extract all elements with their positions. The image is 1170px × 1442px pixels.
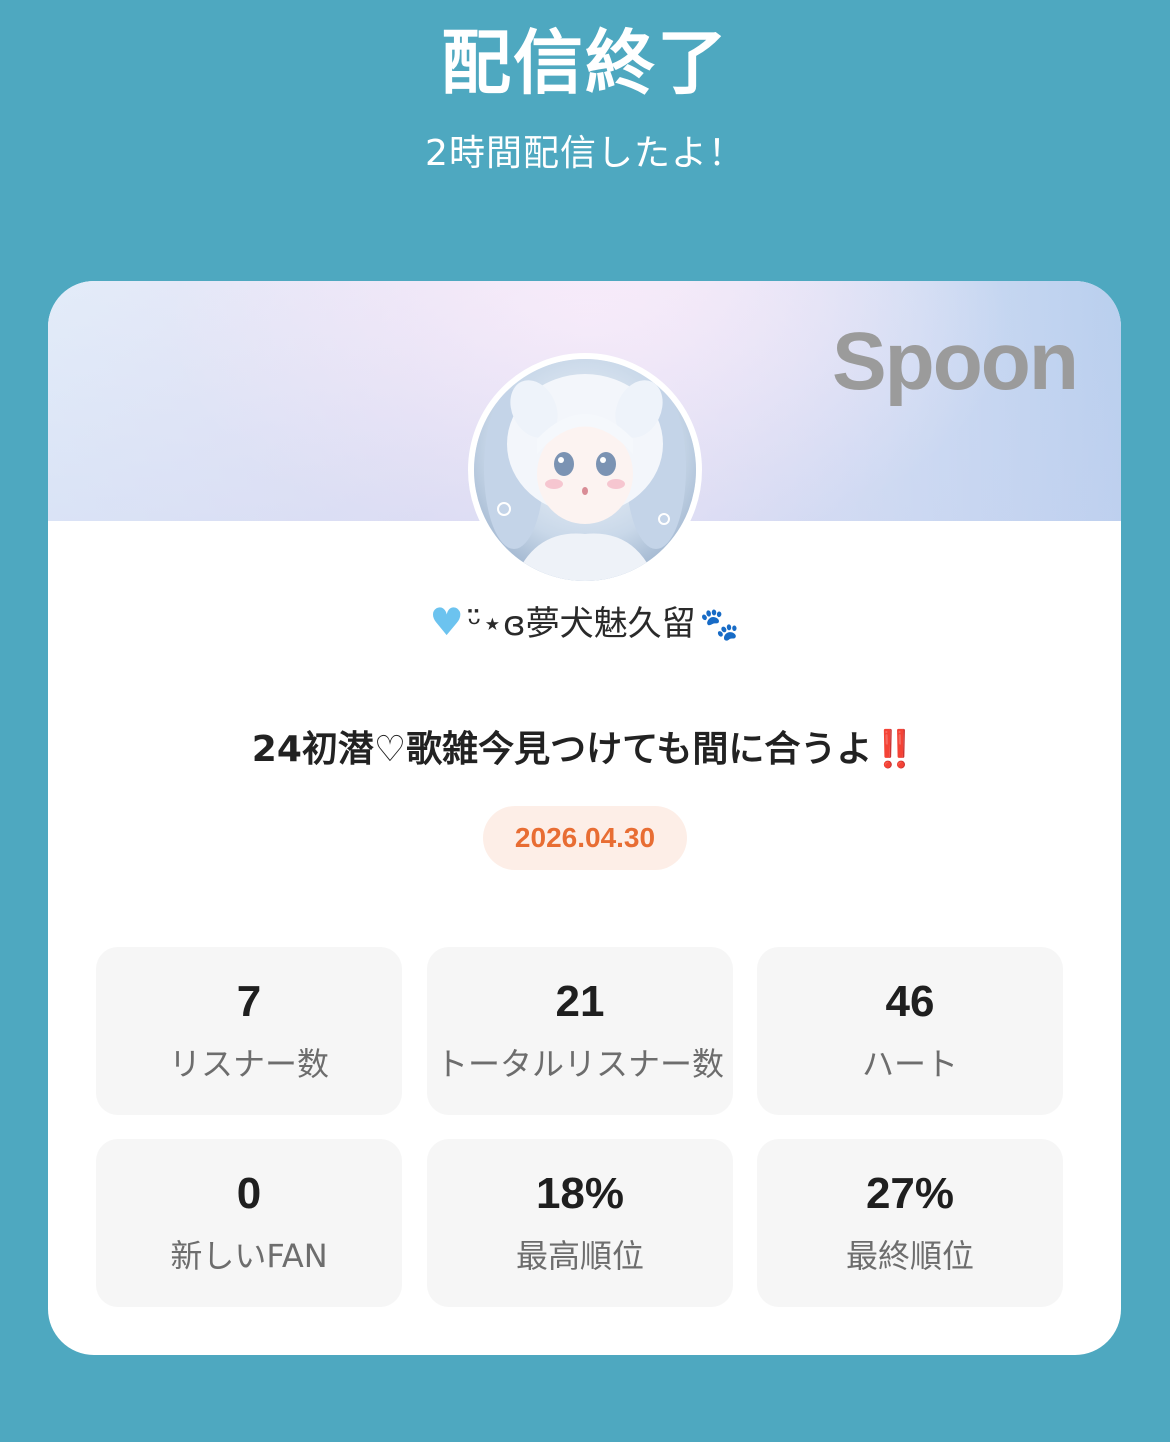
stat-value: 18% <box>535 1169 625 1218</box>
stat-value: 0 <box>236 1169 262 1218</box>
broadcast-date-badge: 2026.04.30 <box>483 806 687 870</box>
page-subtitle: 2時間配信したよ！ <box>425 133 745 174</box>
stat-label: リスナー数 <box>168 1045 329 1083</box>
stat-final-rank: 27% 最終順位 <box>757 1139 1063 1307</box>
stat-value: 46 <box>885 977 935 1026</box>
stat-label: 最高順位 <box>515 1237 644 1275</box>
stat-value: 7 <box>236 977 262 1026</box>
spoon-logo: Spoon <box>831 316 1079 407</box>
stat-label: ハート <box>861 1045 958 1083</box>
host-name-row[interactable]: ♥ ᵕ̈⋆ɞ夢犬魅久留 🐾 <box>48 599 1121 647</box>
broadcast-title-row: 24初潜♡歌雑今見つけても間に合うよ‼️ <box>48 726 1121 774</box>
paw-prints-icon: 🐾 <box>699 605 740 643</box>
blue-heart-icon: ♥ <box>429 600 464 644</box>
stat-label: トータルリスナー数 <box>435 1045 724 1083</box>
stat-hearts: 46 ハート <box>757 947 1063 1115</box>
broadcast-title: 24初潜♡歌雑今見つけても間に合うよ <box>251 729 873 770</box>
stat-total-listeners: 21 トータルリスナー数 <box>427 947 733 1115</box>
host-name: ᵕ̈⋆ɞ夢犬魅久留 <box>467 604 696 644</box>
stat-listeners: 7 リスナー数 <box>96 947 402 1115</box>
stat-value: 27% <box>865 1169 955 1218</box>
double-exclamation-icon: ‼️ <box>872 729 918 770</box>
stat-label: 新しいFAN <box>170 1237 328 1275</box>
stat-label: 最終順位 <box>845 1237 974 1275</box>
page-title: 配信終了 <box>441 22 729 104</box>
stat-new-fans: 0 新しいFAN <box>96 1139 402 1307</box>
avatar[interactable] <box>468 353 702 587</box>
stat-highest-rank: 18% 最高順位 <box>427 1139 733 1307</box>
avatar-image <box>474 359 696 581</box>
stat-value: 21 <box>555 977 605 1026</box>
broadcast-summary-card: Spoon ♥ ᵕ̈⋆ɞ夢犬魅久留 🐾 24初潜♡歌雑今見つけても間に合うよ‼️… <box>48 281 1121 1355</box>
